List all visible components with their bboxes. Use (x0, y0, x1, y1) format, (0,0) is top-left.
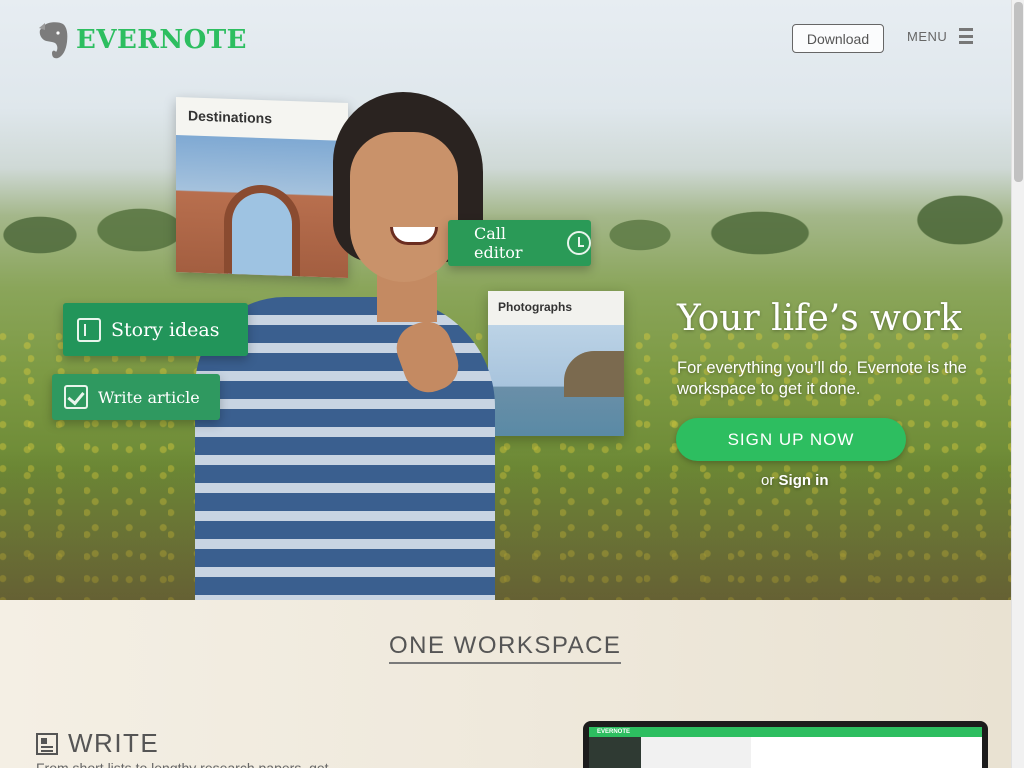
hero-subheadline: For everything you’ll do, Evernote is th… (677, 359, 967, 398)
sign-up-button[interactable]: SIGN UP NOW (676, 418, 906, 461)
page-scrollbar[interactable] (1011, 0, 1024, 768)
call-editor-card: Call editor (448, 220, 591, 266)
download-button[interactable]: Download (792, 24, 884, 53)
write-article-label: Write article (98, 387, 200, 407)
story-ideas-label: Story ideas (111, 318, 220, 341)
write-description: From short lists to lengthy research pap… (36, 760, 329, 768)
call-editor-label: Call editor (474, 224, 523, 262)
laptop-screen: EVERNOTE (589, 727, 982, 768)
sign-in-link[interactable]: Sign in (779, 472, 829, 489)
hamburger-icon (959, 28, 974, 44)
photographs-card: Photographs (488, 291, 624, 436)
cliff-shape (564, 351, 624, 397)
document-icon (36, 732, 58, 755)
laptop-app-preview: EVERNOTE (583, 721, 988, 768)
story-ideas-card: Story ideas (63, 303, 248, 356)
scrollbar-thumb[interactable] (1014, 2, 1023, 182)
app-topbar: EVERNOTE (589, 727, 982, 737)
hero-headline: Your life’s work (677, 298, 962, 339)
photographs-card-title: Photographs (498, 300, 572, 314)
checkbox-icon (64, 385, 88, 409)
evernote-logo[interactable]: EVERNOTE (36, 20, 247, 60)
write-heading-label: WRITE (68, 728, 160, 758)
meadow-shade (0, 450, 1011, 600)
app-note-list (641, 737, 751, 768)
section-title: ONE WORKSPACE (389, 632, 622, 664)
menu-button[interactable]: MENU (907, 28, 974, 44)
brand-wordmark: EVERNOTE (76, 25, 247, 55)
sign-in-prefix: or (761, 472, 775, 489)
write-article-card: Write article (52, 374, 220, 420)
evernote-elephant-icon (39, 22, 68, 59)
alarm-clock-icon (567, 231, 591, 255)
app-name: EVERNOTE (597, 729, 631, 735)
app-sidebar (589, 737, 641, 768)
hero-banner: EVERNOTE Download MENU Destinations Phot… (0, 0, 1011, 600)
write-heading: WRITE (36, 728, 159, 759)
book-icon (77, 317, 101, 342)
sign-in-line: or Sign in (761, 472, 829, 489)
menu-label: MENU (907, 28, 948, 44)
